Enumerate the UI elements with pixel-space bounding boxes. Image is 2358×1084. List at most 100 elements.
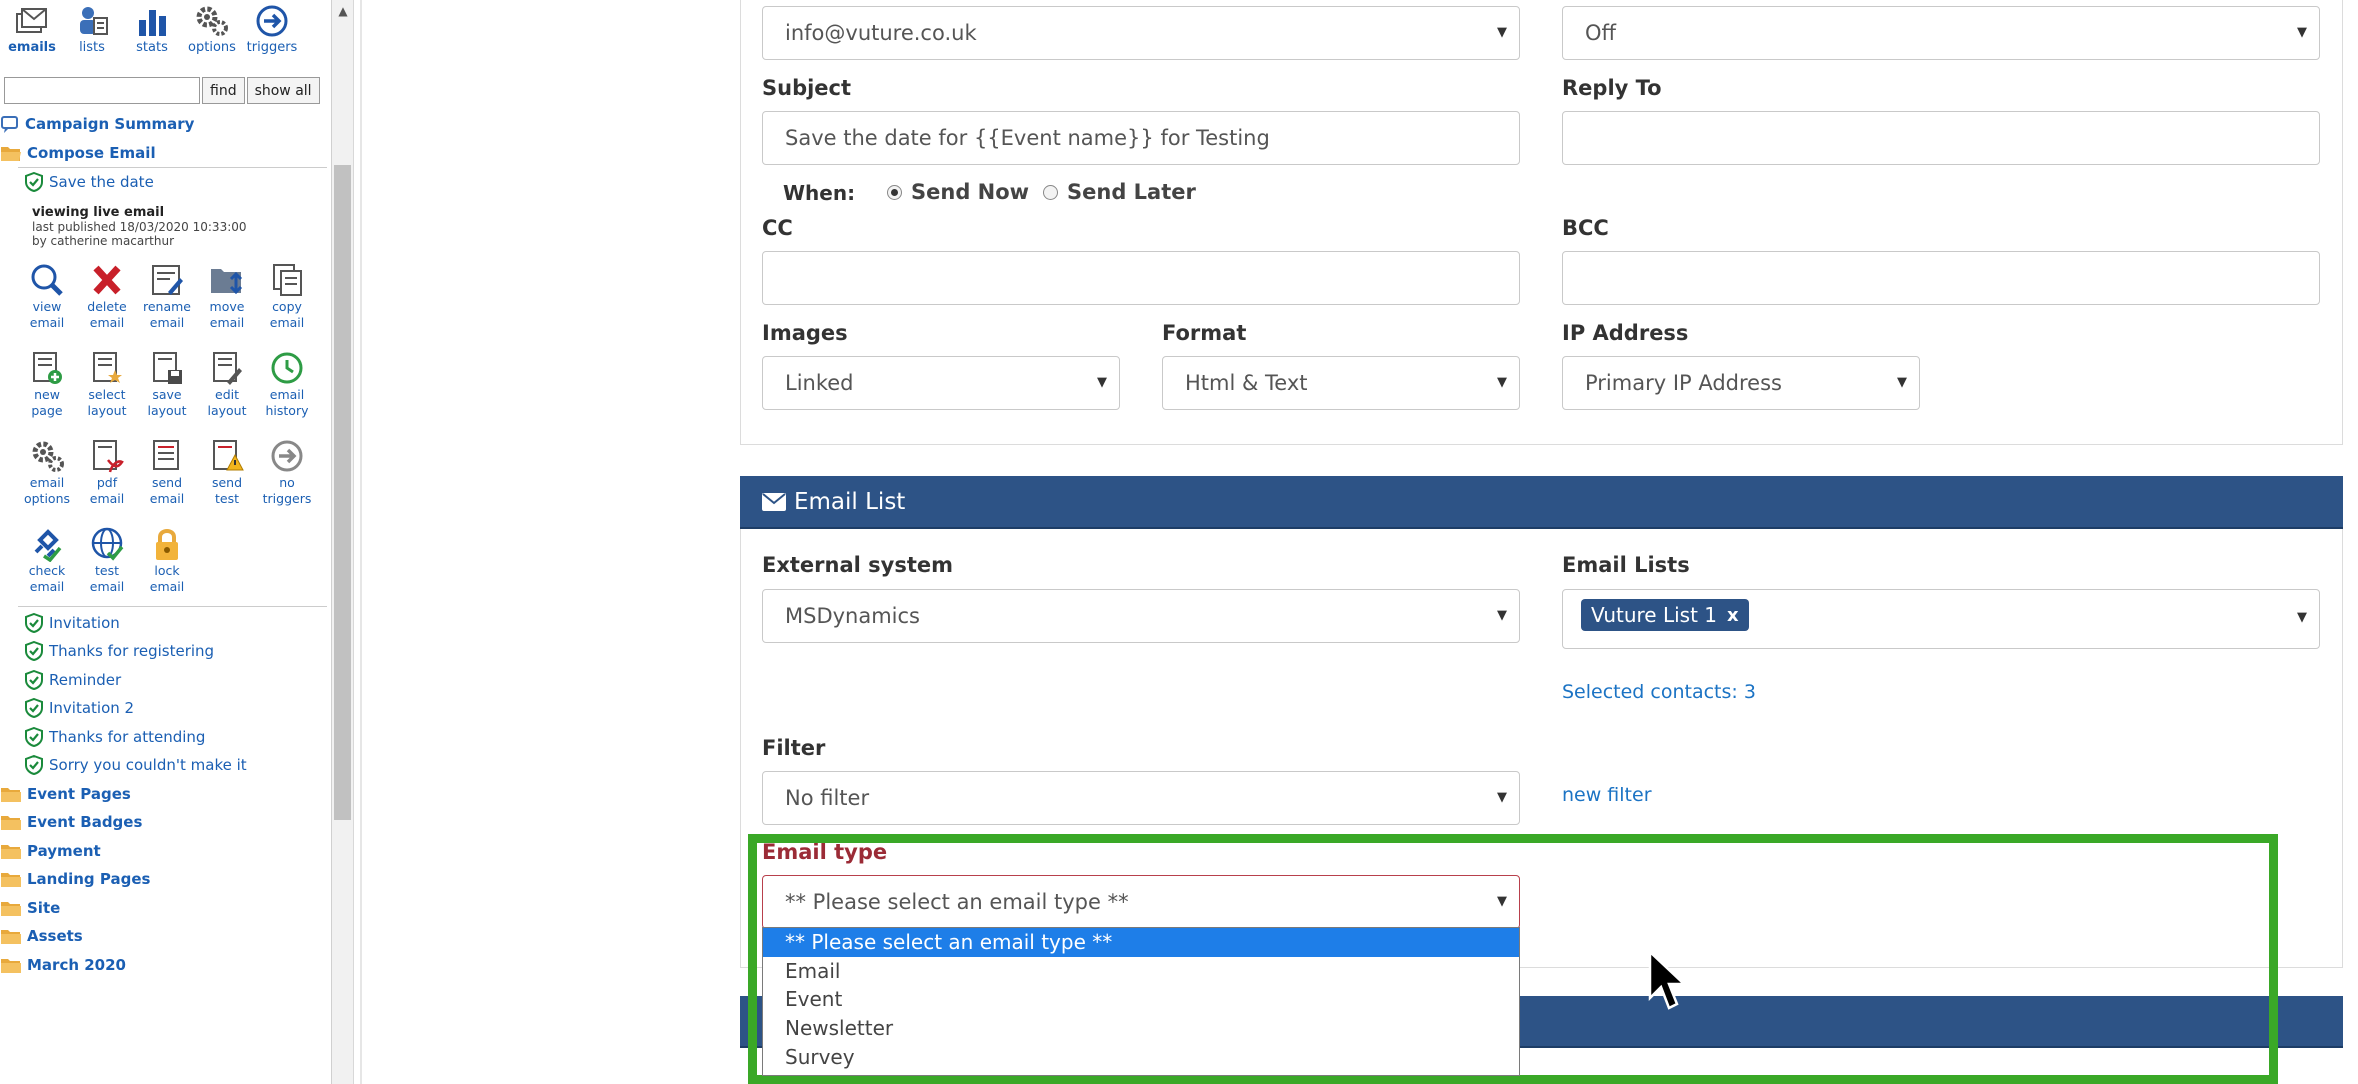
- images-select[interactable]: Linked ▼: [762, 356, 1120, 410]
- send-email-button[interactable]: send email: [137, 438, 197, 518]
- select-layout-icon: [93, 351, 122, 383]
- nav-lists[interactable]: lists: [62, 4, 122, 55]
- radio-unchecked-icon: [1043, 184, 1058, 200]
- tree-folder-item[interactable]: Landing Pages: [0, 865, 331, 894]
- tree-email-item[interactable]: Thanks for registering: [0, 637, 331, 666]
- lock-email-icon: [156, 528, 178, 560]
- lists-icon: [80, 7, 108, 35]
- subject-input[interactable]: Save the date for {{Event name}} for Tes…: [762, 111, 1520, 165]
- shield-check-icon: [25, 726, 43, 747]
- email-type-option[interactable]: Newsletter: [763, 1014, 1519, 1043]
- pdf-email-button[interactable]: pdf email: [77, 438, 137, 518]
- test-email-button[interactable]: test email: [77, 526, 137, 606]
- mouse-cursor-icon: [1648, 950, 1688, 1010]
- folder-icon: [1, 873, 21, 888]
- email-type-option[interactable]: Survey: [763, 1042, 1519, 1071]
- divider: [18, 605, 327, 607]
- tree-folder-item[interactable]: Event Pages: [0, 780, 331, 809]
- tree-email-item[interactable]: Invitation 2: [0, 694, 331, 723]
- find-button[interactable]: find: [202, 77, 245, 104]
- copy-email-button[interactable]: copy email: [257, 262, 317, 342]
- format-select[interactable]: Html & Text ▼: [1162, 356, 1520, 410]
- external-system-select[interactable]: MSDynamics ▼: [762, 589, 1520, 643]
- bcc-input[interactable]: [1562, 251, 2320, 305]
- email-type-option[interactable]: ** Please select an email type **: [763, 928, 1519, 957]
- ip-address-label: IP Address: [1562, 321, 1689, 345]
- ip-address-select[interactable]: Primary IP Address ▼: [1562, 356, 1920, 410]
- folder-open-icon: [1, 146, 21, 161]
- cc-input[interactable]: [762, 251, 1520, 305]
- show-all-button[interactable]: show all: [246, 77, 320, 104]
- find-input[interactable]: [4, 77, 200, 104]
- dropdown-arrow-icon: ▼: [1497, 790, 1507, 805]
- viewing-info: viewing live email last published 18/03/…: [32, 204, 247, 248]
- filter-select[interactable]: No filter ▼: [762, 771, 1520, 825]
- sidebar-scrollbar[interactable]: ▲: [332, 0, 354, 1084]
- tree-folder-item[interactable]: Assets: [0, 922, 331, 951]
- nav-triggers[interactable]: triggers: [242, 4, 302, 55]
- email-type-dropdown-list: ** Please select an email type ** Email Ev…: [762, 927, 1520, 1076]
- shield-check-icon: [25, 669, 43, 690]
- tree-email-item[interactable]: Reminder: [0, 666, 331, 695]
- stats-icon: [139, 10, 166, 36]
- save-layout-button[interactable]: save layout: [137, 350, 197, 430]
- email-history-button[interactable]: email history: [257, 350, 317, 430]
- tree-folder-item[interactable]: Event Badges: [0, 808, 331, 837]
- options-gear-icon: [196, 6, 228, 36]
- shield-check-icon: [25, 755, 43, 776]
- option-select[interactable]: Off ▼: [1562, 6, 2320, 60]
- new-filter-link[interactable]: new filter: [1562, 784, 1652, 806]
- tag-remove-icon[interactable]: x: [1727, 605, 1739, 626]
- tree-campaign-summary[interactable]: Campaign Summary: [0, 110, 331, 139]
- tree-email-item[interactable]: Sorry you couldn't make it: [0, 751, 331, 780]
- subject-label: Subject: [762, 76, 852, 100]
- external-system-label: External system: [762, 553, 954, 577]
- tree-email-item[interactable]: Invitation: [0, 609, 331, 638]
- folder-icon: [1, 901, 21, 916]
- from-select[interactable]: info@vuture.co.uk ▼: [762, 6, 1520, 60]
- email-options-icon: [32, 441, 64, 472]
- email-options-button[interactable]: email options: [17, 438, 77, 518]
- tree-email-item[interactable]: Thanks for attending: [0, 723, 331, 752]
- selected-contacts-link[interactable]: Selected contacts: 3: [1562, 681, 1756, 703]
- move-email-button[interactable]: move email: [197, 262, 257, 342]
- email-list-tag[interactable]: Vuture List 1x: [1581, 599, 1749, 631]
- new-page-button[interactable]: new page: [17, 350, 77, 430]
- shield-check-icon: [25, 698, 43, 719]
- send-email-icon: [153, 439, 179, 470]
- rename-email-icon: [152, 264, 183, 295]
- folder-icon: [1, 787, 21, 802]
- check-email-icon: [34, 528, 62, 562]
- tree-save-the-date[interactable]: Save the date: [0, 168, 331, 197]
- email-type-option[interactable]: Event: [763, 985, 1519, 1014]
- lock-email-button[interactable]: lock email: [137, 526, 197, 606]
- scroll-up-arrow-icon[interactable]: ▲: [332, 0, 354, 22]
- nav-stats[interactable]: stats: [122, 4, 182, 55]
- edit-layout-button[interactable]: edit layout: [197, 350, 257, 430]
- tree-folder-item[interactable]: Site: [0, 894, 331, 923]
- reply-to-input[interactable]: [1562, 111, 2320, 165]
- tree-folder-item[interactable]: March 2020: [0, 951, 331, 980]
- scrollbar-thumb[interactable]: [334, 165, 351, 820]
- view-email-icon: [31, 264, 63, 296]
- nav-options[interactable]: options: [182, 4, 242, 55]
- top-nav: emails lists stats options triggers: [0, 0, 331, 55]
- no-triggers-button[interactable]: no triggers: [257, 438, 317, 518]
- delete-email-button[interactable]: delete email: [77, 262, 137, 342]
- send-later-radio[interactable]: Send Later: [1043, 180, 1196, 204]
- edit-layout-icon: [213, 351, 242, 385]
- email-type-option[interactable]: Email: [763, 957, 1519, 986]
- rename-email-button[interactable]: rename email: [137, 262, 197, 342]
- send-test-button[interactable]: send test: [197, 438, 257, 518]
- check-email-button[interactable]: check email: [17, 526, 77, 606]
- select-layout-button[interactable]: select layout: [77, 350, 137, 430]
- pdf-email-icon: [93, 439, 124, 472]
- folder-icon: [1, 930, 21, 945]
- dropdown-arrow-icon: ▼: [2297, 610, 2307, 625]
- nav-emails[interactable]: emails: [2, 4, 62, 55]
- send-now-radio[interactable]: Send Now: [887, 180, 1029, 204]
- tree-compose-email[interactable]: Compose Email: [0, 139, 331, 168]
- dropdown-arrow-icon: ▼: [1497, 375, 1507, 390]
- tree-folder-item[interactable]: Payment: [0, 837, 331, 866]
- view-email-button[interactable]: view email: [17, 262, 77, 342]
